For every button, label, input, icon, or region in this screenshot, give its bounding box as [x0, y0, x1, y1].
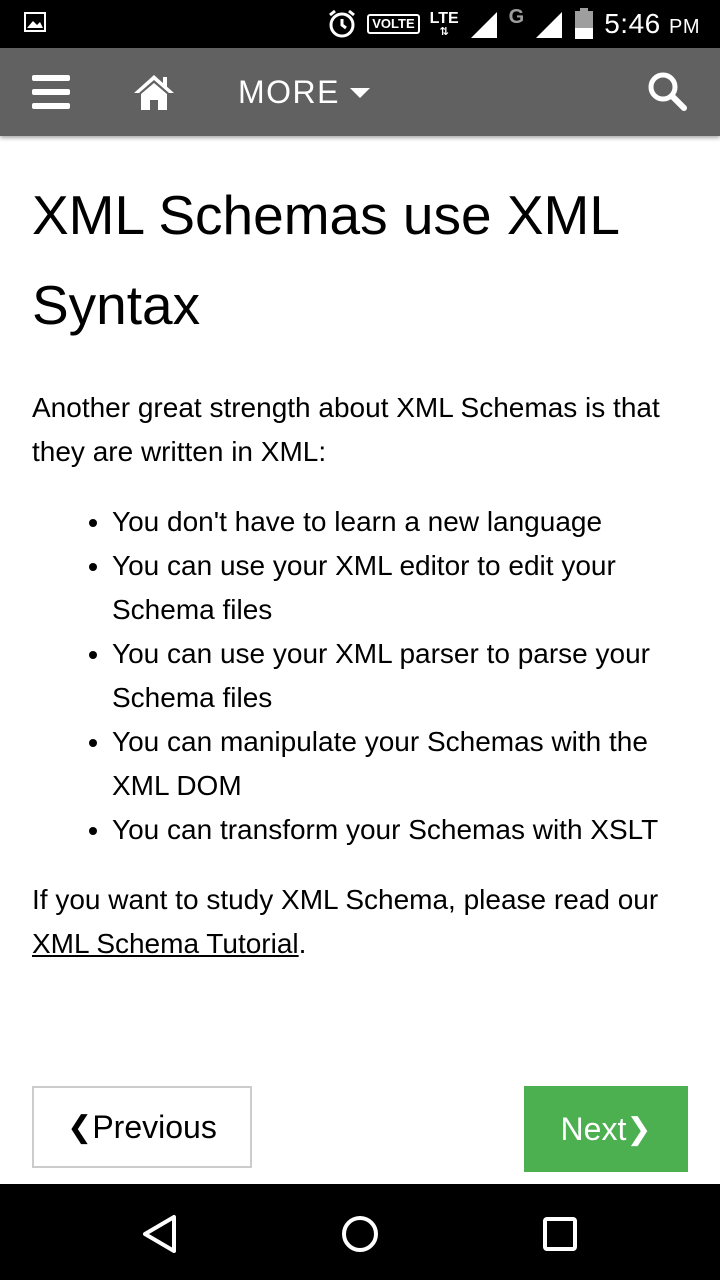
- battery-icon: [575, 8, 594, 39]
- list-item: You can use your XML parser to parse you…: [112, 632, 692, 720]
- lte-indicator: LTE ⇅: [429, 10, 459, 38]
- list-item: You don't have to learn a new language: [112, 500, 692, 544]
- feature-list: You don't have to learn a new language Y…: [32, 500, 692, 852]
- clock: 5:46 PM: [604, 8, 700, 40]
- next-button[interactable]: Next ❯: [524, 1086, 688, 1172]
- caret-down-icon: [350, 88, 370, 98]
- next-label: Next: [560, 1110, 627, 1147]
- lte-arrows: ⇅: [439, 26, 449, 38]
- outro-paragraph: If you want to study XML Schema, please …: [32, 878, 692, 966]
- previous-label: Previous: [92, 1108, 217, 1145]
- more-menu-button[interactable]: MORE: [238, 70, 370, 114]
- list-item: You can manipulate your Schemas with the…: [112, 720, 692, 808]
- chevron-right-icon: ❯: [626, 1112, 652, 1146]
- intro-paragraph: Another great strength about XML Schemas…: [32, 392, 660, 467]
- gallery-icon: [24, 12, 46, 32]
- article-content: XML Schemas use XML Syntax Another great…: [32, 170, 692, 966]
- outro-suffix: .: [298, 928, 307, 959]
- signal-icon-2: [536, 12, 563, 38]
- recents-icon[interactable]: [540, 1214, 580, 1254]
- status-right: VOLTE LTE ⇅ G 5:46 PM: [327, 0, 700, 48]
- signal-icon: [470, 12, 497, 38]
- list-item: You can transform your Schemas with XSLT: [112, 808, 692, 852]
- home-circle-icon[interactable]: [340, 1214, 380, 1254]
- clock-time: 5:46: [604, 8, 661, 39]
- page-title: XML Schemas use XML Syntax: [32, 184, 618, 336]
- xml-schema-tutorial-link[interactable]: XML Schema Tutorial: [32, 928, 299, 959]
- back-icon[interactable]: [140, 1214, 180, 1254]
- system-navigation-bar: [0, 1184, 720, 1280]
- chevron-left-icon: ❮: [67, 1110, 93, 1144]
- outro-prefix: If you want to study XML Schema, please …: [32, 884, 659, 915]
- network-type-g: G: [508, 5, 525, 28]
- list-item: You can use your XML editor to edit your…: [112, 544, 692, 632]
- home-icon[interactable]: [132, 72, 176, 112]
- volte-badge: VOLTE: [367, 14, 420, 34]
- search-icon[interactable]: [646, 70, 688, 112]
- alarm-icon: [329, 9, 356, 38]
- menu-icon[interactable]: [32, 75, 70, 109]
- lte-label: LTE: [429, 10, 459, 27]
- more-label: MORE: [238, 73, 340, 110]
- status-bar: VOLTE LTE ⇅ G 5:46 PM: [0, 0, 720, 48]
- previous-button[interactable]: ❮ Previous: [32, 1086, 252, 1168]
- clock-ampm: PM: [669, 16, 700, 38]
- top-nav-bar: MORE: [0, 48, 720, 136]
